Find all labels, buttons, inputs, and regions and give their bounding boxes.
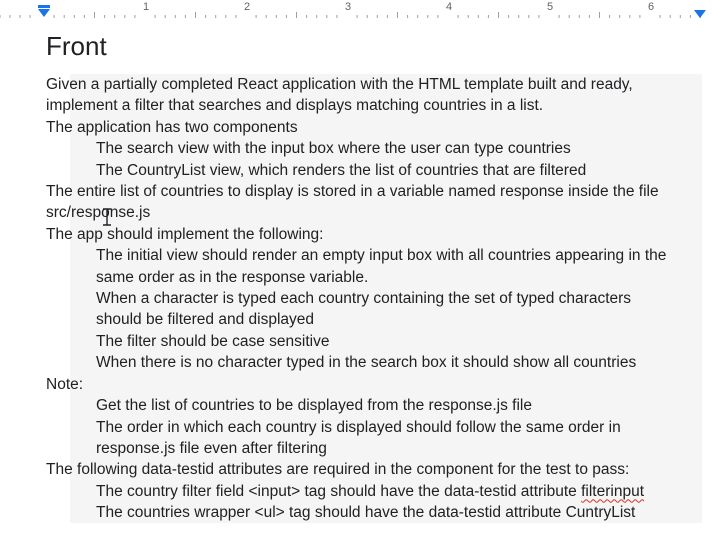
paragraph-line[interactable]: The following data-testid attributes are… xyxy=(46,459,706,480)
note-label[interactable]: Note: xyxy=(46,374,706,395)
indented-line[interactable]: response.js file even after filtering xyxy=(46,438,706,459)
paragraph-line[interactable]: implement a filter that searches and dis… xyxy=(46,95,706,116)
ruler-number: 1 xyxy=(142,1,150,13)
right-indent-marker-icon[interactable] xyxy=(694,10,706,18)
indented-line[interactable]: Get the list of countries to be displaye… xyxy=(46,395,706,416)
ruler-number: 5 xyxy=(546,1,554,13)
indented-line[interactable]: When there is no character typed in the … xyxy=(46,352,706,373)
paragraph-line[interactable]: The app should implement the following: xyxy=(46,224,706,245)
indented-line[interactable]: When a character is typed each country c… xyxy=(46,288,706,309)
left-indent-marker-icon[interactable] xyxy=(38,9,50,17)
indented-line[interactable]: The search view with the input box where… xyxy=(46,138,706,159)
paragraph-line[interactable]: The application has two components xyxy=(46,117,706,138)
indented-line[interactable]: same order as in the response variable. xyxy=(46,267,706,288)
line-text: The country filter field <input> tag sho… xyxy=(96,482,582,500)
indented-line[interactable]: The country filter field <input> tag sho… xyxy=(46,481,706,502)
paragraph-line[interactable]: The entire list of countries to display … xyxy=(46,181,706,202)
paragraph-line[interactable]: src/response.js xyxy=(46,202,706,223)
indented-line[interactable]: The CountryList view, which renders the … xyxy=(46,160,706,181)
indented-line[interactable]: should be filtered and displayed xyxy=(46,309,706,330)
misspelled-word[interactable]: filterinput xyxy=(581,483,644,500)
ruler-ticks xyxy=(0,5,706,18)
indented-line[interactable]: The order in which each country is displ… xyxy=(46,417,706,438)
horizontal-ruler[interactable]: 1 2 3 4 5 6 xyxy=(0,0,712,23)
first-line-indent-marker-icon[interactable] xyxy=(38,5,50,8)
indented-line[interactable]: The countries wrapper <ul> tag should ha… xyxy=(46,502,706,523)
ruler-number: 2 xyxy=(243,1,251,13)
indented-line[interactable]: The initial view should render an empty … xyxy=(46,245,706,266)
paragraph-line[interactable]: Given a partially completed React applic… xyxy=(46,74,706,95)
document-page[interactable]: Front Given a partially completed React … xyxy=(0,22,712,541)
ruler-number: 6 xyxy=(647,1,655,13)
ruler-number: 4 xyxy=(445,1,453,13)
document-heading[interactable]: Front xyxy=(46,31,107,62)
indented-line[interactable]: The filter should be case sensitive xyxy=(46,331,706,352)
document-body[interactable]: Given a partially completed React applic… xyxy=(46,74,706,524)
ruler-number: 3 xyxy=(344,1,352,13)
text-cursor-icon xyxy=(103,208,111,226)
